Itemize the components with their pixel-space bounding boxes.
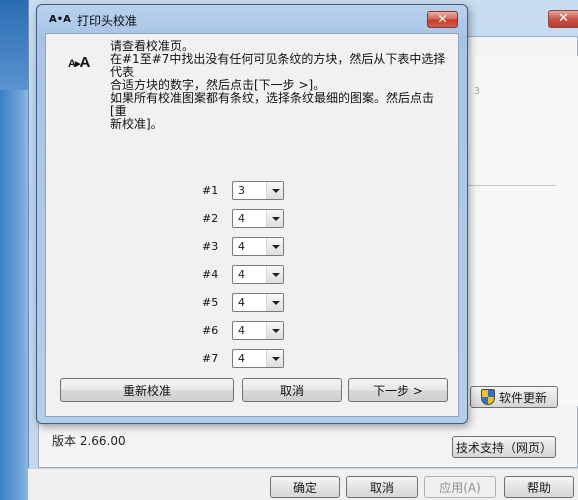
pattern-label: #3 [202, 239, 219, 253]
select-value: 4 [238, 267, 245, 281]
pattern-1-select[interactable]: 3 [232, 180, 284, 200]
pattern-row-5: #5 4 [202, 292, 284, 312]
chevron-down-icon[interactable] [266, 209, 283, 227]
chevron-down-icon[interactable] [266, 349, 283, 367]
next-button[interactable]: 下一步 > [348, 378, 448, 402]
pattern-6-select[interactable]: 4 [232, 320, 284, 340]
instruction-line: 如果所有校准图案都有条纹，选择条纹最细的图案。然后点击[重 [110, 91, 435, 118]
recalibrate-button[interactable]: 重新校准 [60, 378, 234, 402]
select-value: 4 [238, 295, 245, 309]
select-value: 4 [238, 323, 245, 337]
apply-label: 应用(A) [439, 480, 481, 495]
help-label: 帮助 [526, 480, 551, 495]
pattern-label: #1 [202, 183, 219, 197]
pattern-5-select[interactable]: 4 [232, 292, 284, 312]
chevron-down-icon[interactable] [266, 237, 283, 255]
recalibrate-label: 重新校准 [122, 383, 171, 398]
pattern-row-7: #7 4 [202, 348, 284, 368]
chevron-down-icon[interactable] [266, 321, 283, 339]
pattern-7-select[interactable]: 4 [232, 348, 284, 368]
pattern-row-3: #3 4 [202, 236, 284, 256]
pattern-row-6: #6 4 [202, 320, 284, 340]
pattern-4-select[interactable]: 4 [232, 264, 284, 284]
chevron-down-icon[interactable] [266, 181, 283, 199]
cancel-button[interactable]: 取消 [242, 378, 342, 402]
parent-cancel-button[interactable]: 取消 [346, 476, 418, 498]
instructions-text: 请查看校准页。 在#1至#7中找出没有任何可见条纹的方块，然后从下表中选择代表 … [110, 40, 450, 131]
dialog-close-button[interactable]: ✕ [427, 11, 458, 28]
dialog-body: A▸A 请查看校准页。 在#1至#7中找出没有任何可见条纹的方块，然后从下表中选… [45, 33, 459, 417]
ok-button[interactable]: 确定 [270, 476, 340, 498]
dialog-title: 打印头校准 [77, 14, 138, 28]
tech-support-label: 技术支持（网页） [455, 440, 552, 455]
pattern-row-2: #2 4 [202, 208, 284, 228]
print-head-calibration-dialog: A•A 打印头校准 ✕ A▸A 请查看校准页。 在#1至#7中找出没有任何可见条… [36, 4, 468, 424]
printer-app-icon: A•A [49, 14, 71, 25]
version-text: 版本 2.66.00 [52, 434, 126, 448]
pattern-row-1: #1 3 [202, 180, 284, 200]
software-update-label: 软件更新 [498, 390, 547, 405]
pattern-3-select[interactable]: 4 [232, 236, 284, 256]
help-button[interactable]: 帮助 [504, 476, 574, 498]
pattern-label: #7 [202, 351, 219, 365]
close-icon: ✕ [558, 11, 569, 26]
select-value: 4 [238, 239, 245, 253]
tech-support-button[interactable]: 技术支持（网页） [452, 436, 556, 458]
apply-button[interactable]: 应用(A) [424, 476, 496, 498]
shield-icon [480, 389, 495, 405]
ok-label: 确定 [292, 480, 317, 495]
instruction-line: 新校准]。 [110, 117, 163, 131]
chevron-down-icon[interactable] [266, 293, 283, 311]
instruction-line: 在#1至#7中找出没有任何可见条纹的方块，然后从下表中选择代表 [110, 52, 446, 79]
pattern-label: #2 [202, 211, 219, 225]
alignment-icon: A▸A [68, 54, 90, 71]
chevron-down-icon[interactable] [266, 265, 283, 283]
cancel-label: 取消 [279, 383, 304, 398]
select-value: 4 [238, 211, 245, 225]
parent-cancel-label: 取消 [369, 480, 394, 495]
close-icon: ✕ [437, 12, 448, 26]
select-value: 4 [238, 351, 245, 365]
pattern-label: #6 [202, 323, 219, 337]
pattern-row-4: #4 4 [202, 264, 284, 284]
pattern-label: #5 [202, 295, 219, 309]
parent-close-button[interactable]: ✕ [548, 10, 578, 28]
select-value: 3 [238, 183, 245, 197]
pattern-2-select[interactable]: 4 [232, 208, 284, 228]
next-label: 下一步 > [373, 383, 423, 398]
software-update-button[interactable]: 软件更新 [470, 386, 558, 408]
parent-panel-divider [466, 185, 556, 186]
pattern-label: #4 [202, 267, 219, 281]
